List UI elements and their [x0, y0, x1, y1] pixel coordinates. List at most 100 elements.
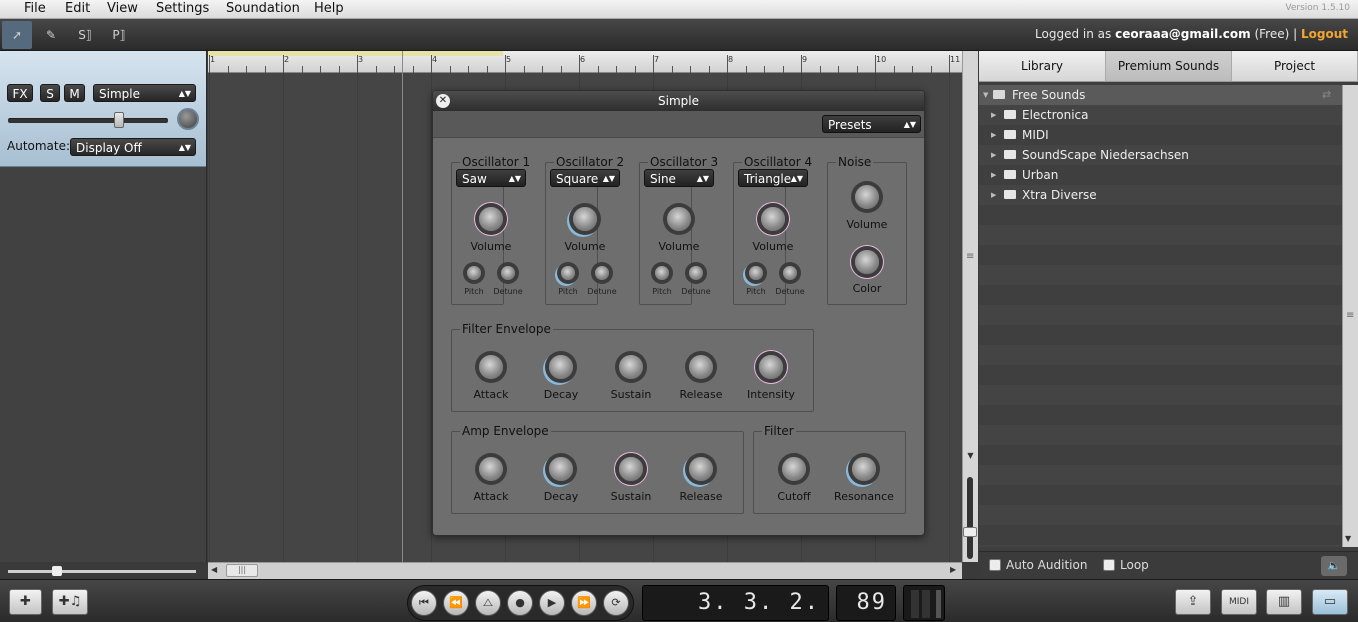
zoom-track[interactable] [967, 477, 973, 559]
record-icon[interactable]: ● [507, 590, 533, 616]
filter-envelope-attack-knob[interactable] [479, 355, 503, 379]
oscillator-4-detune-knob[interactable] [783, 266, 797, 280]
tree-item-soundscape[interactable]: ▶ SoundScape Niedersachsen [979, 145, 1342, 165]
oscillator-1-volume-knob[interactable] [479, 207, 503, 231]
amp-envelope-sustain-knob[interactable] [619, 457, 643, 481]
filter-envelope-sustain-knob[interactable] [619, 355, 643, 379]
track-zoom-thumb[interactable] [52, 566, 62, 576]
loop-icon[interactable]: ⟳ [603, 590, 629, 616]
zoom-thumb[interactable] [963, 527, 977, 537]
amp-envelope-decay-knob[interactable] [549, 457, 573, 481]
automate-select[interactable]: Display Off ▲▼ [70, 138, 196, 156]
expanded-arrow-icon[interactable]: ▼ [983, 85, 988, 105]
tree-item-xtra-diverse[interactable]: ▶ Xtra Diverse [979, 185, 1342, 205]
pointer-tool-icon[interactable]: ➚ [2, 21, 32, 49]
tab-project[interactable]: Project [1232, 51, 1358, 82]
oscillator-3-wave-select[interactable]: Sine ▲▼ [644, 169, 714, 187]
loop-region[interactable] [208, 51, 503, 56]
logout-link[interactable]: Logout [1301, 27, 1348, 41]
oscillator-1-pitch-knob[interactable] [467, 266, 481, 280]
scroll-down-icon[interactable]: ▼ [963, 451, 978, 463]
volume-slider-thumb[interactable] [114, 112, 124, 128]
filter-envelope-decay-knob[interactable] [549, 355, 573, 379]
solo-button[interactable]: S [40, 84, 60, 102]
split-tool-icon[interactable]: S⟧ [70, 21, 100, 49]
library-scrollbar[interactable]: ≡ ▼ [1342, 85, 1358, 547]
pencil-tool-icon[interactable]: ✎ [36, 21, 66, 49]
menu-help[interactable]: Help [314, 1, 344, 16]
tab-library[interactable]: Library [979, 51, 1106, 82]
tree-item-electronica[interactable]: ▶ Electronica [979, 105, 1342, 125]
oscillator-4-wave-select[interactable]: Triangle ▲▼ [738, 169, 808, 187]
track-header[interactable]: FX S M Simple ▲▼ Automate: Display Off ▲… [0, 51, 206, 167]
instrument-select[interactable]: Simple ▲▼ [93, 84, 196, 102]
oscillator-2-wave-select[interactable]: Square ▲▼ [550, 169, 620, 187]
speaker-icon[interactable]: 🔈 [1321, 556, 1347, 576]
collapsed-arrow-icon[interactable]: ▶ [991, 125, 996, 145]
oscillator-2-detune-knob[interactable] [595, 266, 609, 280]
volume-slider-track[interactable] [8, 118, 168, 123]
scroll-down-icon[interactable]: ▼ [1345, 534, 1351, 543]
filter-envelope-release-knob[interactable] [689, 355, 713, 379]
menu-edit[interactable]: Edit [65, 1, 90, 16]
synth-view-icon[interactable]: ▭ [1312, 589, 1348, 615]
arrangement-vertical-scrollbar[interactable]: ≡ ▼ [962, 51, 978, 562]
oscillator-4-pitch-knob[interactable] [749, 266, 763, 280]
oscillator-3-detune-knob[interactable] [689, 266, 703, 280]
refresh-icon[interactable]: ⇄ [1322, 85, 1331, 105]
tab-premium-sounds[interactable]: Premium Sounds [1106, 51, 1232, 82]
midi-icon[interactable]: MIDI [1221, 589, 1257, 615]
share-icon[interactable]: ⇪ [1175, 589, 1211, 615]
mute-button[interactable]: M [64, 84, 85, 102]
loop-checkbox[interactable] [1103, 559, 1115, 571]
scroll-left-icon[interactable]: ◀ [211, 565, 217, 574]
oscillator-2-volume-knob[interactable] [573, 207, 597, 231]
synth-title-bar[interactable]: Simple [433, 91, 924, 111]
menu-view[interactable]: View [107, 1, 138, 16]
tree-root-free-sounds[interactable]: ▼ Free Sounds ⇄ [979, 85, 1342, 105]
paste-tool-icon[interactable]: P⟧ [104, 21, 134, 49]
oscillator-3-pitch-knob[interactable] [655, 266, 669, 280]
close-icon[interactable]: ✕ [436, 94, 450, 108]
collapsed-arrow-icon[interactable]: ▶ [991, 105, 996, 125]
collapsed-arrow-icon[interactable]: ▶ [991, 145, 996, 165]
rewind-to-start-icon[interactable]: ⏮ [411, 590, 437, 616]
menu-settings[interactable]: Settings [156, 1, 209, 16]
filter-resonance-knob[interactable] [852, 457, 876, 481]
menu-soundation[interactable]: Soundation [226, 1, 300, 16]
amp-envelope-release-knob[interactable] [689, 457, 713, 481]
oscillator-2-pitch-knob[interactable] [561, 266, 575, 280]
filter-envelope-intensity-knob[interactable] [759, 355, 783, 379]
oscillator-1-wave-select[interactable]: Saw ▲▼ [456, 169, 526, 187]
hscroll-thumb[interactable]: ||| [226, 564, 258, 577]
playhead[interactable] [402, 51, 403, 562]
play-icon[interactable]: ▶ [539, 590, 565, 616]
noise-volume-knob[interactable] [855, 185, 879, 209]
amp-envelope-attack-knob[interactable] [479, 457, 503, 481]
pan-knob[interactable] [177, 108, 199, 130]
tree-item-urban[interactable]: ▶ Urban [979, 165, 1342, 185]
filter-cutoff-knob[interactable] [782, 457, 806, 481]
noise-color-knob[interactable] [855, 250, 879, 274]
tempo-display[interactable]: 89 [836, 585, 896, 621]
fast-forward-icon[interactable]: ⏩ [571, 590, 597, 616]
scroll-right-icon[interactable]: ▶ [950, 565, 956, 574]
rewind-icon[interactable]: ⏪ [443, 590, 469, 616]
add-instrument-track-button[interactable]: ✚♫ [52, 589, 88, 615]
add-track-button[interactable]: ✚ [9, 589, 42, 615]
arrangement-horizontal-scrollbar[interactable]: ◀ ||| ▶ [208, 562, 962, 579]
presets-select[interactable]: Presets ▲▼ [822, 115, 921, 133]
position-display[interactable]: 3. 3. 2. 225 [642, 585, 829, 621]
tree-item-midi[interactable]: ▶ MIDI [979, 125, 1342, 145]
oscillator-3-volume-knob[interactable] [667, 207, 691, 231]
metronome-icon[interactable]: ⧍ [475, 590, 501, 616]
collapsed-arrow-icon[interactable]: ▶ [991, 185, 996, 205]
menu-file[interactable]: File [24, 1, 46, 16]
oscillator-1-detune-knob[interactable] [501, 266, 515, 280]
track-zoom-slider[interactable] [8, 570, 196, 573]
timeline-ruler[interactable]: 1 2 3 4 5 6 7 8 9 10 11 [208, 51, 1006, 73]
oscillator-4-volume-knob[interactable] [761, 207, 785, 231]
collapsed-arrow-icon[interactable]: ▶ [991, 165, 996, 185]
keyboard-icon[interactable]: ▥ [1266, 589, 1302, 615]
fx-button[interactable]: FX [7, 84, 33, 102]
